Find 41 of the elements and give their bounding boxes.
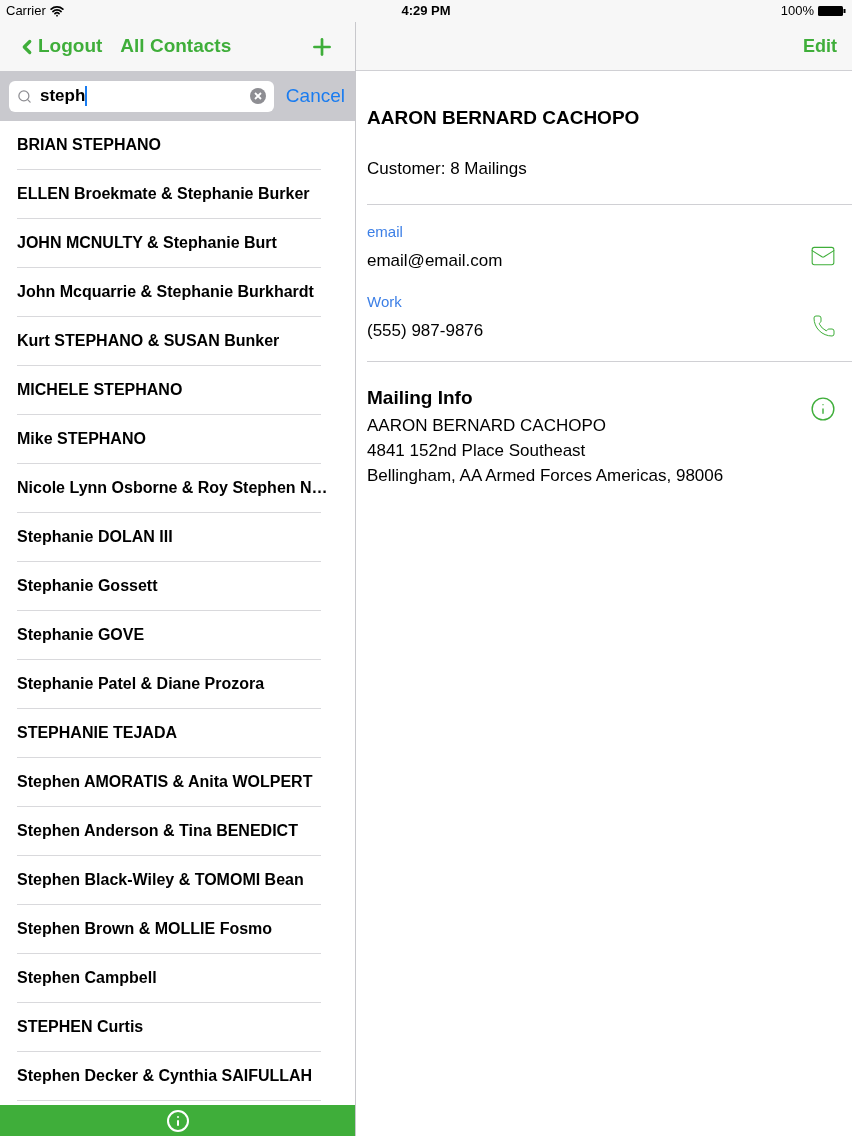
contact-name[interactable]: Mike STEPHANO bbox=[17, 427, 146, 451]
field-label: email bbox=[367, 222, 404, 242]
address-line: 4841 152nd Place Southeast bbox=[367, 439, 587, 462]
address-line: AARON BERNARD CACHOPO bbox=[367, 414, 607, 437]
contact-name[interactable]: Stephen Anderson & Tina BENEDICT bbox=[17, 819, 298, 843]
carrier-name: Carrier bbox=[6, 2, 46, 21]
address-line: Bellingham, AA Armed Forces Americas, 98006 bbox=[367, 464, 725, 487]
contact-name[interactable]: Stephen Brown & MOLLIE Fosmo bbox=[17, 917, 273, 941]
contact-name[interactable]: Stephen AMORATIS & Anita WOLPERT bbox=[17, 770, 313, 794]
contact-name[interactable]: ELLEN Broekmate & Stephanie Burker bbox=[17, 182, 310, 206]
field-value: email@email.com bbox=[367, 249, 504, 272]
info-icon[interactable] bbox=[810, 396, 836, 422]
search-field[interactable]: steph bbox=[9, 80, 274, 112]
contact-name[interactable]: Kurt STEPHANO & SUSAN Bunker bbox=[17, 329, 280, 353]
battery-percent: 100% bbox=[780, 2, 814, 21]
contact-name[interactable]: Stephen Black-Wiley & TOMOMI Bean bbox=[17, 868, 304, 892]
contact-name[interactable]: BRIAN STEPHANO bbox=[17, 133, 161, 157]
contact-name[interactable]: Stephen Campbell bbox=[17, 966, 157, 990]
customer-summary: Customer: 8 Mailings bbox=[367, 157, 528, 180]
contact-name[interactable]: Stephanie Gossett bbox=[17, 574, 158, 598]
clear-icon[interactable] bbox=[249, 88, 266, 104]
contact-name[interactable]: STEPHANIE TEJADA bbox=[17, 721, 178, 745]
contact-name[interactable]: JOHN MCNULTY & Stephanie Burt bbox=[17, 231, 277, 255]
contact-title: AARON BERNARD CACHOPO bbox=[367, 106, 641, 130]
contact-name[interactable]: Stephanie GOVE bbox=[17, 623, 145, 647]
contact-name[interactable]: Stephanie DOLAN III bbox=[17, 525, 173, 549]
field-value: (555) 987-9876 bbox=[367, 319, 485, 342]
contact-name[interactable]: John Mcquarrie & Stephanie Burkhardt bbox=[17, 280, 314, 304]
field-label: Work bbox=[367, 292, 403, 312]
clock-time: 4:29 PM bbox=[401, 2, 451, 21]
battery-icon bbox=[818, 5, 846, 17]
contact-name[interactable]: Stephanie Patel & Diane Prozora bbox=[17, 672, 265, 696]
phone-icon[interactable] bbox=[812, 314, 836, 338]
contact-name[interactable]: MICHELE STEPHANO bbox=[17, 378, 183, 402]
contact-name[interactable]: Stephen Decker & Cynthia SAIFULLAH bbox=[17, 1064, 313, 1088]
contact-name[interactable]: STEPHEN Curtis bbox=[17, 1015, 144, 1039]
contact-name[interactable]: Nicole Lynn Osborne & Roy Stephen N… bbox=[17, 476, 328, 500]
search-icon bbox=[17, 88, 32, 104]
mailing-title: Mailing Info bbox=[367, 386, 474, 410]
nav-title: All Contacts bbox=[120, 34, 232, 59]
wifi-icon bbox=[49, 4, 64, 18]
